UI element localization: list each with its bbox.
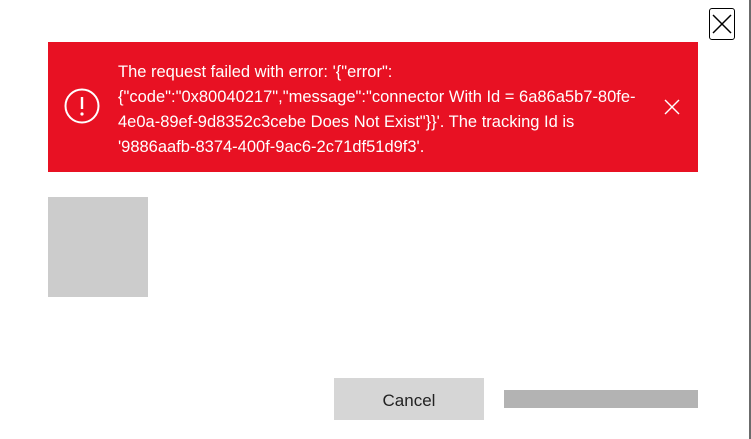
error-banner: The request failed with error: '{"error"… [48,42,698,172]
close-dialog-button[interactable] [709,8,735,40]
cancel-button[interactable]: Cancel [334,378,484,420]
dialog: The request failed with error: '{"error"… [0,0,751,439]
primary-button-placeholder [504,390,698,408]
error-circle-icon [64,88,100,124]
close-icon [712,14,732,34]
error-message: The request failed with error: '{"error"… [118,63,636,156]
placeholder-image [48,197,148,297]
dismiss-icon[interactable] [664,99,680,115]
